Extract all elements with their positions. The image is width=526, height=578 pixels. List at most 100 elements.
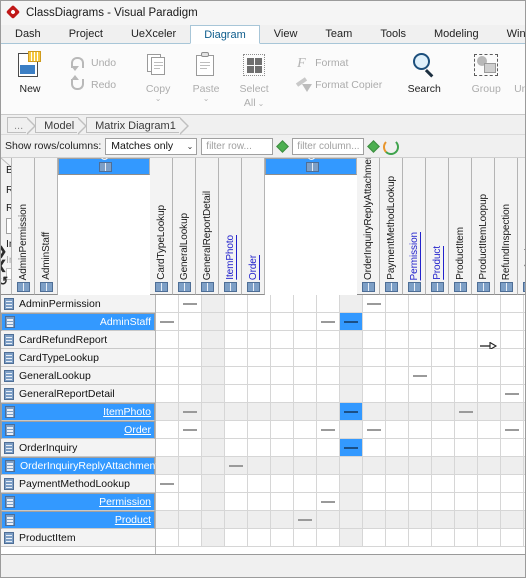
filter-column-input[interactable]: filter column... — [292, 137, 365, 155]
matrix-row-header[interactable]: Permission — [1, 493, 155, 511]
matrix-cell[interactable] — [225, 421, 248, 439]
matrix-cell[interactable] — [386, 421, 409, 439]
paste-caret-icon[interactable]: ⌄ — [203, 95, 210, 103]
matrix-cell[interactable] — [294, 511, 317, 529]
group-button[interactable]: Group — [462, 48, 510, 95]
matrix-cell[interactable] — [432, 439, 455, 457]
matrix-cell[interactable] — [156, 421, 179, 439]
matrix-cell[interactable] — [363, 511, 386, 529]
matrix-column-header[interactable]: GeneralLookup — [173, 158, 196, 295]
matrix-cell[interactable] — [179, 475, 202, 493]
matrix-cell[interactable] — [225, 511, 248, 529]
matrix-cell[interactable] — [386, 349, 409, 367]
matrix-cell[interactable] — [248, 457, 271, 475]
matrix-cell[interactable] — [294, 439, 317, 457]
format-button[interactable]: F Format — [292, 52, 352, 74]
matrix-cell[interactable] — [501, 403, 524, 421]
matrix-cell[interactable] — [156, 475, 179, 493]
matrix-cell[interactable] — [317, 475, 340, 493]
matrix-cell[interactable] — [409, 331, 432, 349]
ribbon-tab-uexceler[interactable]: UeXceler — [117, 24, 190, 43]
matrix-row-header[interactable]: OrderInquiryReplyAttachment — [1, 457, 158, 475]
matrix-cell[interactable] — [363, 313, 386, 331]
matrix-cell[interactable] — [524, 385, 525, 403]
paste-button[interactable]: Paste ⌄ — [182, 48, 230, 103]
matrix-cell[interactable] — [432, 421, 455, 439]
matrix-cell[interactable] — [363, 421, 386, 439]
matrix-cell[interactable] — [156, 403, 179, 421]
matrix-cell[interactable] — [432, 313, 455, 331]
matrix-cell[interactable] — [386, 439, 409, 457]
matrix-cell[interactable] — [432, 385, 455, 403]
matrix-cell[interactable] — [225, 493, 248, 511]
breadcrumb-item-0[interactable]: ... — [7, 116, 37, 135]
ribbon-tab-dash[interactable]: Dash — [1, 24, 55, 43]
matrix-cell[interactable] — [524, 457, 525, 475]
matrix-cell[interactable] — [501, 475, 524, 493]
matrix-cell[interactable] — [524, 439, 525, 457]
nav-right-icon[interactable]: ❯ — [1, 245, 7, 257]
matrix-cell[interactable] — [202, 529, 225, 547]
matrix-cell[interactable] — [386, 493, 409, 511]
matrix-row-header[interactable]: OrderInquiry — [1, 439, 155, 457]
matrix-cell[interactable] — [317, 331, 340, 349]
matrix-cell[interactable] — [317, 421, 340, 439]
matrix-cell[interactable] — [248, 403, 271, 421]
matrix-cell[interactable] — [248, 493, 271, 511]
ribbon-tab-team[interactable]: Team — [311, 24, 366, 43]
matrix-cell[interactable] — [432, 511, 455, 529]
matrix-cell[interactable] — [271, 511, 294, 529]
matrix-cell[interactable] — [156, 439, 179, 457]
matrix-cell[interactable] — [455, 421, 478, 439]
matrix-cell[interactable] — [501, 331, 524, 349]
matrix-cell[interactable] — [202, 493, 225, 511]
matrix-cell[interactable] — [524, 511, 525, 529]
matrix-cell[interactable] — [432, 295, 455, 313]
matrix-cell[interactable] — [409, 511, 432, 529]
matrix-cell[interactable] — [363, 349, 386, 367]
matrix-cell[interactable] — [478, 529, 501, 547]
matrix-cell[interactable] — [202, 511, 225, 529]
matrix-cell[interactable] — [225, 403, 248, 421]
ribbon-tab-project[interactable]: Project — [55, 24, 117, 43]
matrix-cell[interactable] — [455, 331, 478, 349]
matrix-cell[interactable] — [156, 331, 179, 349]
matrix-column-header[interactable]: ProductItemLoopup — [472, 158, 495, 295]
matrix-column-header[interactable]: Order — [242, 158, 265, 295]
search-button[interactable]: Search — [400, 48, 448, 95]
matrix-cell[interactable] — [202, 403, 225, 421]
show-rows-columns-select[interactable]: Matches only ⌄ — [105, 137, 198, 155]
matrix-cell[interactable] — [202, 475, 225, 493]
matrix-cell[interactable] — [386, 331, 409, 349]
matrix-cell[interactable] — [340, 385, 363, 403]
undo-button[interactable]: Undo — [68, 52, 120, 74]
matrix-row-header[interactable]: AdminStaff — [1, 313, 155, 331]
matrix-cell[interactable] — [317, 313, 340, 331]
matrix-cell[interactable] — [386, 403, 409, 421]
matrix-cell[interactable] — [317, 529, 340, 547]
matrix-cell[interactable] — [455, 475, 478, 493]
matrix-cell[interactable] — [179, 349, 202, 367]
matrix-cell[interactable] — [317, 349, 340, 367]
matrix-cell[interactable] — [225, 295, 248, 313]
matrix-cell[interactable] — [340, 313, 363, 331]
matrix-cell[interactable] — [317, 457, 340, 475]
matrix-cell[interactable] — [156, 313, 179, 331]
matrix-cell[interactable] — [455, 367, 478, 385]
matrix-cell[interactable] — [455, 493, 478, 511]
ribbon-tab-view[interactable]: View — [260, 24, 312, 43]
matrix-cell[interactable] — [409, 493, 432, 511]
matrix-cell[interactable] — [363, 439, 386, 457]
matrix-cell[interactable] — [340, 457, 363, 475]
matrix-cell[interactable] — [294, 475, 317, 493]
matrix-row-header[interactable]: ProductItem — [1, 529, 155, 547]
matrix-row-header[interactable]: GeneralLookup — [1, 367, 155, 385]
matrix-cell[interactable] — [455, 403, 478, 421]
matrix-column-header[interactable]: Permission — [403, 158, 426, 295]
refresh-icon[interactable] — [383, 139, 400, 155]
matrix-cell[interactable] — [409, 403, 432, 421]
matrix-column-header[interactable]: ItemPhoto — [219, 158, 242, 295]
format-copier-button[interactable]: Format Copier — [292, 74, 386, 96]
matrix-column-header[interactable]: OrderInquiryReplyAttachment — [357, 158, 380, 295]
matrix-column-header[interactable]: OrderInquiry — [265, 158, 357, 175]
